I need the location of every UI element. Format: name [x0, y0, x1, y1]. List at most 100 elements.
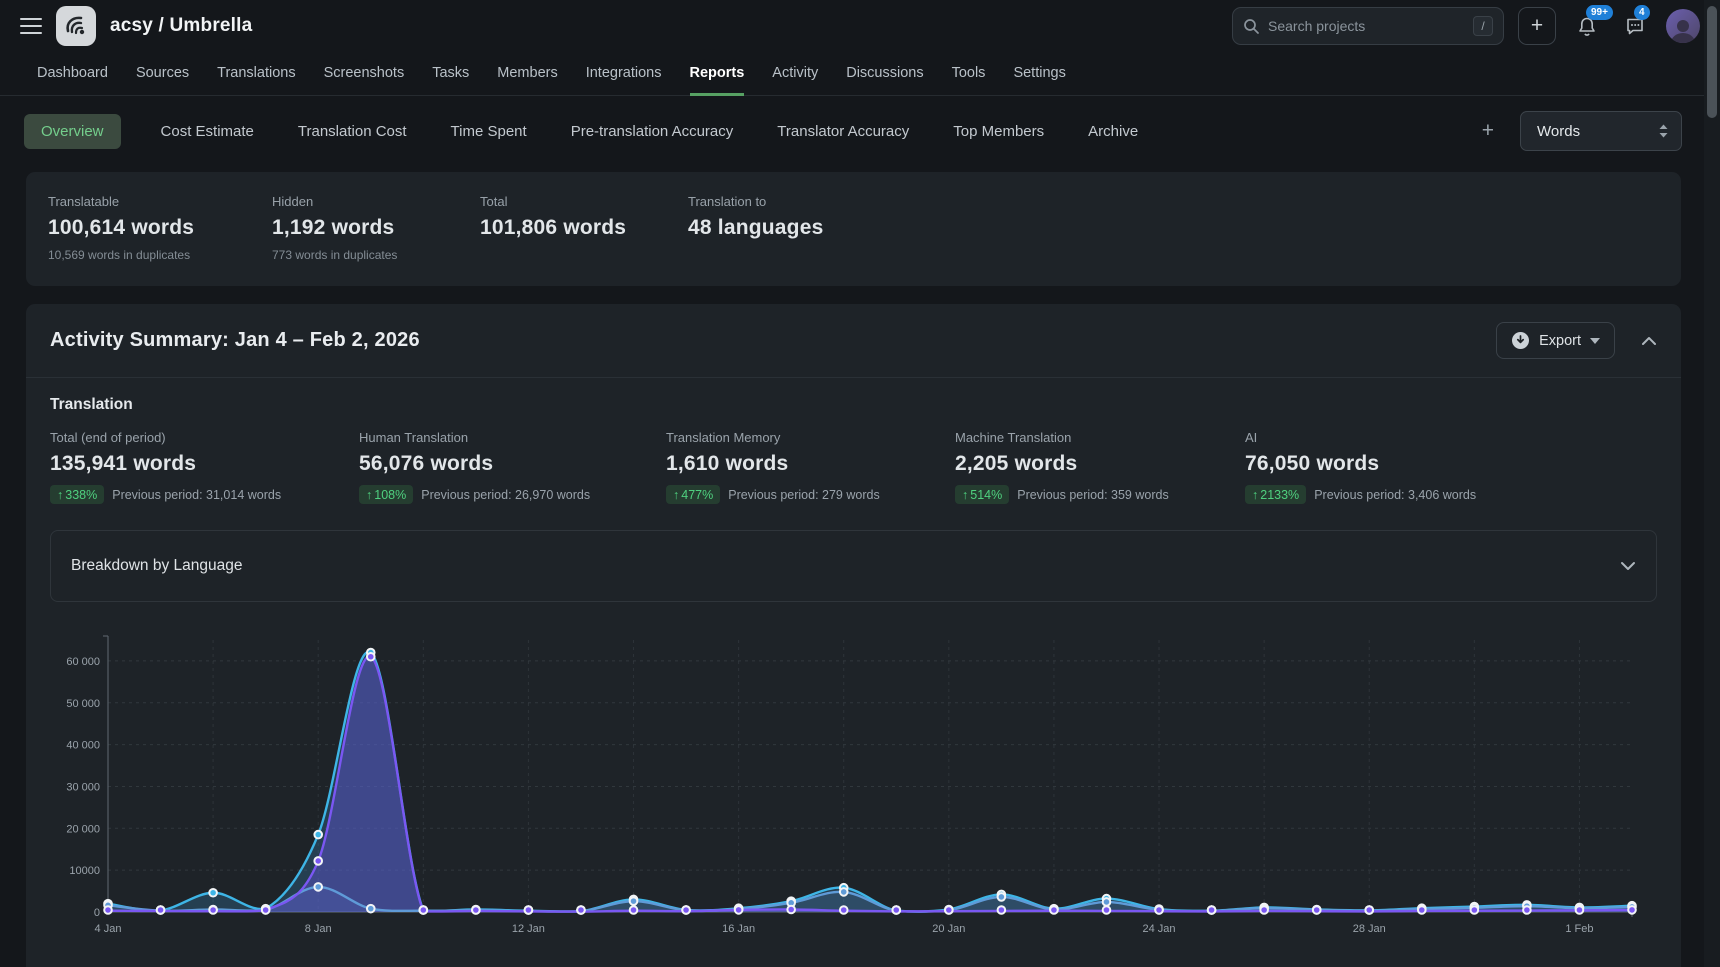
bird-logo-icon	[63, 13, 89, 39]
subnav-item-top-members[interactable]: Top Members	[949, 114, 1048, 149]
nav-item-sources[interactable]: Sources	[136, 52, 189, 96]
nav-item-activity[interactable]: Activity	[772, 52, 818, 96]
download-circle-icon	[1511, 331, 1530, 350]
card-label: Translatable	[48, 194, 272, 209]
previous-period-text: Previous period: 3,406 words	[1314, 488, 1476, 502]
collapse-section-button[interactable]	[1641, 336, 1657, 346]
subnav-item-overview[interactable]: Overview	[24, 114, 121, 149]
breakdown-by-language-toggle[interactable]: Breakdown by Language	[50, 530, 1657, 602]
app-logo[interactable]	[56, 6, 96, 46]
add-report-button[interactable]: +	[1482, 119, 1494, 143]
svg-text:30 000: 30 000	[66, 781, 100, 793]
search-box[interactable]: /	[1232, 7, 1504, 45]
nav-item-members[interactable]: Members	[497, 52, 557, 96]
messages-button[interactable]: 4	[1618, 9, 1652, 43]
card-value: 101,806 words	[480, 216, 688, 240]
activity-chart: 01000020 00030 00040 00050 00060 0004 Ja…	[50, 628, 1657, 951]
card-translation-to: Translation to 48 languages	[688, 194, 1659, 262]
unit-selector[interactable]: Words	[1520, 111, 1682, 151]
nav-item-reports[interactable]: Reports	[690, 52, 745, 96]
project-title: acsy / Umbrella	[110, 15, 252, 37]
translation-stats: Total (end of period) 135,941 words ↑338…	[50, 430, 1657, 504]
card-hidden: Hidden 1,192 words 773 words in duplicat…	[272, 194, 480, 262]
svg-text:50 000: 50 000	[66, 698, 100, 710]
chevron-up-icon	[1641, 336, 1657, 346]
change-value: 514%	[970, 488, 1002, 502]
change-value: 477%	[681, 488, 713, 502]
activity-summary-header: Activity Summary: Jan 4 – Feb 2, 2026 Ex…	[26, 304, 1681, 378]
subnav-item-time-spent[interactable]: Time Spent	[447, 114, 531, 149]
words-summary-panel: Translatable 100,614 words 10,569 words …	[26, 172, 1681, 286]
select-arrows-icon	[1658, 123, 1669, 139]
card-note: 773 words in duplicates	[272, 248, 480, 262]
trend-up-icon: ↑	[673, 488, 679, 502]
previous-period-text: Previous period: 279 words	[728, 488, 879, 502]
card-label: Total	[480, 194, 688, 209]
caret-down-icon	[1590, 338, 1600, 344]
card-value: 100,614 words	[48, 216, 272, 240]
nav-item-dashboard[interactable]: Dashboard	[37, 52, 108, 96]
svg-text:8 Jan: 8 Jan	[305, 923, 332, 935]
change-value: 338%	[65, 488, 97, 502]
trend-up-icon: ↑	[57, 488, 63, 502]
notifications-count-badge: 99+	[1586, 5, 1613, 20]
nav-item-tasks[interactable]: Tasks	[432, 52, 469, 96]
search-input[interactable]	[1268, 18, 1464, 34]
subnav-item-cost-estimate[interactable]: Cost Estimate	[157, 114, 258, 149]
trend-up-icon: ↑	[1252, 488, 1258, 502]
top-bar: acsy / Umbrella / + 99+ 4	[0, 0, 1720, 52]
reports-subnav: Overview Cost Estimate Translation Cost …	[24, 110, 1682, 152]
main-nav: Dashboard Sources Translations Screensho…	[0, 52, 1720, 96]
translation-section-title: Translation	[50, 396, 1657, 414]
scrollbar-track[interactable]	[1704, 0, 1720, 967]
export-button-label: Export	[1539, 333, 1581, 349]
stat-value: 135,941 words	[50, 452, 359, 476]
stat-label: Total (end of period)	[50, 430, 359, 445]
stat-value: 76,050 words	[1245, 452, 1657, 476]
nav-item-discussions[interactable]: Discussions	[846, 52, 923, 96]
svg-text:20 000: 20 000	[66, 823, 100, 835]
previous-period-text: Previous period: 359 words	[1017, 488, 1168, 502]
svg-text:0: 0	[94, 907, 100, 919]
nav-item-settings[interactable]: Settings	[1013, 52, 1065, 96]
trend-up-icon: ↑	[366, 488, 372, 502]
svg-text:20 Jan: 20 Jan	[932, 923, 965, 935]
subnav-item-translation-cost[interactable]: Translation Cost	[294, 114, 411, 149]
export-button[interactable]: Export	[1496, 322, 1615, 359]
subnav-item-translator-accuracy[interactable]: Translator Accuracy	[773, 114, 913, 149]
change-value: 2133%	[1260, 488, 1299, 502]
svg-text:10000: 10000	[69, 865, 100, 877]
card-value: 1,192 words	[272, 216, 480, 240]
words-timeline-chart[interactable]: 01000020 00030 00040 00050 00060 0004 Ja…	[50, 628, 1650, 946]
stat-value: 1,610 words	[666, 452, 955, 476]
subnav-item-archive[interactable]: Archive	[1084, 114, 1142, 149]
stat-label: Human Translation	[359, 430, 666, 445]
card-translatable: Translatable 100,614 words 10,569 words …	[48, 194, 272, 262]
card-label: Hidden	[272, 194, 480, 209]
notifications-button[interactable]: 99+	[1570, 9, 1604, 43]
card-label: Translation to	[688, 194, 1659, 209]
previous-period-text: Previous period: 31,014 words	[112, 488, 281, 502]
activity-summary-title: Activity Summary: Jan 4 – Feb 2, 2026	[50, 329, 420, 352]
stat-value: 2,205 words	[955, 452, 1245, 476]
stat-human-translation: Human Translation 56,076 words ↑108% Pre…	[359, 430, 666, 504]
create-project-button[interactable]: +	[1518, 7, 1556, 45]
change-chip: ↑108%	[359, 485, 413, 504]
nav-item-tools[interactable]: Tools	[952, 52, 986, 96]
messages-count-badge: 4	[1634, 5, 1650, 20]
change-value: 108%	[374, 488, 406, 502]
user-avatar[interactable]	[1666, 9, 1700, 43]
trend-up-icon: ↑	[962, 488, 968, 502]
svg-text:12 Jan: 12 Jan	[512, 923, 545, 935]
svg-text:1 Feb: 1 Feb	[1565, 923, 1593, 935]
previous-period-text: Previous period: 26,970 words	[421, 488, 590, 502]
nav-item-screenshots[interactable]: Screenshots	[324, 52, 405, 96]
nav-item-integrations[interactable]: Integrations	[586, 52, 662, 96]
menu-icon[interactable]	[20, 18, 42, 34]
stat-value: 56,076 words	[359, 452, 666, 476]
nav-item-translations[interactable]: Translations	[217, 52, 295, 96]
subnav-item-pre-translation-accuracy[interactable]: Pre-translation Accuracy	[567, 114, 738, 149]
unit-selector-value: Words	[1537, 123, 1580, 140]
scrollbar-thumb[interactable]	[1707, 6, 1717, 118]
stat-label: Translation Memory	[666, 430, 955, 445]
